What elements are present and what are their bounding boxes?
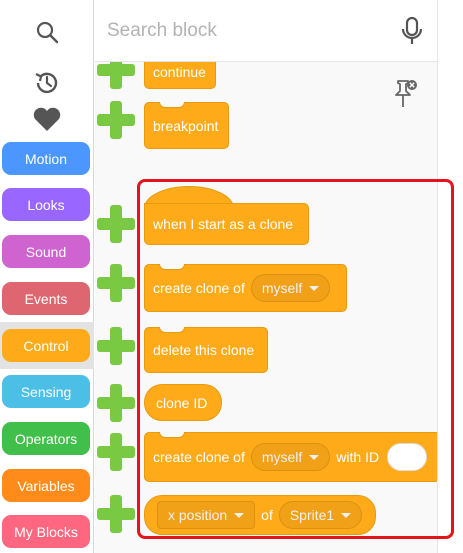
unpin-icon[interactable] (391, 76, 419, 110)
microphone-icon[interactable] (401, 16, 423, 51)
block-notch (159, 102, 185, 108)
category-sensing[interactable]: Sensing (2, 375, 90, 408)
category-control[interactable]: Control (2, 329, 90, 362)
search-bar (95, 0, 437, 62)
category-motion[interactable]: Motion (2, 142, 90, 175)
category-sidebar: Motion Looks Sound Events Control Sensin… (0, 0, 94, 553)
add-clone-id-button[interactable] (97, 384, 135, 422)
history-icon[interactable] (30, 66, 64, 100)
add-create-clone-with-id-button[interactable] (97, 433, 135, 471)
category-events[interactable]: Events (2, 282, 90, 315)
search-input[interactable] (107, 14, 367, 48)
heart-icon[interactable] (30, 104, 64, 134)
category-sound[interactable]: Sound (2, 235, 90, 268)
block-label: breakpoint (153, 117, 219, 134)
add-delete-clone-button[interactable] (97, 327, 135, 365)
block-breakpoint[interactable]: breakpoint (144, 102, 229, 149)
add-sensing-of-button[interactable] (97, 495, 135, 533)
search-icon[interactable] (33, 18, 61, 46)
category-my-blocks[interactable]: My Blocks (2, 515, 90, 548)
highlight-box (137, 179, 454, 539)
add-create-clone-button[interactable] (97, 264, 135, 302)
category-operators[interactable]: Operators (2, 422, 90, 455)
add-when-clone-button[interactable] (97, 205, 135, 243)
block-label: continue (153, 63, 206, 80)
category-variables[interactable]: Variables (2, 469, 90, 502)
category-looks[interactable]: Looks (2, 188, 90, 221)
add-breakpoint-button[interactable] (97, 101, 135, 139)
